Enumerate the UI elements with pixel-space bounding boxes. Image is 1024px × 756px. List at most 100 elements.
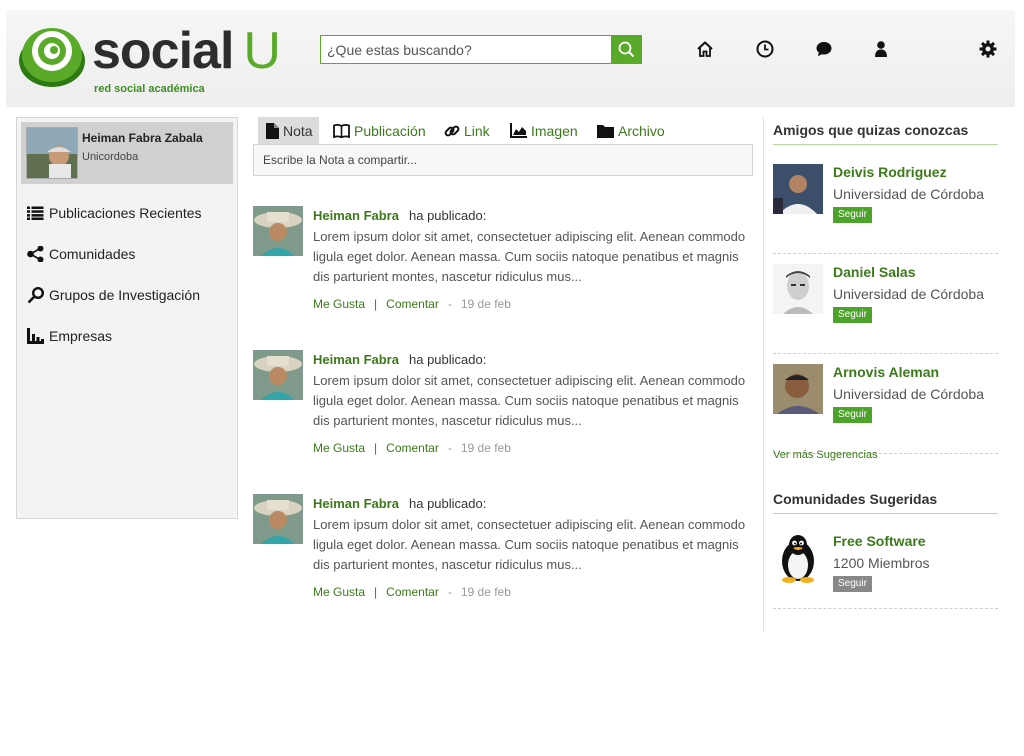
post-body: Lorem ipsum dolor sit amet, consectetuer… <box>313 373 746 428</box>
friend-name[interactable]: Arnovis Aleman <box>833 364 939 380</box>
post-meta: Me Gusta | Comentar -19 de feb <box>313 297 511 311</box>
comment-link[interactable]: Comentar <box>386 585 439 599</box>
book-icon <box>333 123 350 138</box>
tab-archivo[interactable]: Archivo <box>589 117 671 144</box>
gear-icon <box>979 40 997 58</box>
chat-icon <box>816 42 832 57</box>
sidebar-item-communities[interactable]: Comunidades <box>27 243 135 265</box>
post-avatar[interactable] <box>253 206 303 256</box>
friend-university: Universidad de Córdoba <box>833 186 984 202</box>
friend-university: Universidad de Córdoba <box>833 386 984 402</box>
post-author[interactable]: Heiman Fabra <box>313 496 399 511</box>
follow-button[interactable]: Seguir <box>833 407 872 423</box>
nav-history-button[interactable] <box>754 38 776 60</box>
follow-button[interactable]: Seguir <box>833 576 872 592</box>
community-suggestion: Free Software 1200 Miembros Seguir <box>773 533 998 609</box>
user-icon <box>875 41 887 57</box>
tab-link[interactable]: Link <box>436 117 496 144</box>
post-meta: Me Gusta | Comentar -19 de feb <box>313 441 511 455</box>
post-action: ha publicado: <box>409 208 487 223</box>
post-avatar[interactable] <box>253 494 303 544</box>
post-author[interactable]: Heiman Fabra <box>313 352 399 367</box>
like-link[interactable]: Me Gusta <box>313 297 365 311</box>
meta-dash: - <box>447 441 452 455</box>
like-link[interactable]: Me Gusta <box>313 441 365 455</box>
community-members: 1200 Miembros <box>833 555 930 571</box>
meta-dash: - <box>447 585 452 599</box>
tab-label: Publicación <box>354 122 426 139</box>
friend-suggestion: Daniel Salas Universidad de Córdoba Segu… <box>773 264 998 354</box>
list-icon <box>27 204 47 222</box>
app-logo[interactable]: social U red social académica <box>18 21 281 95</box>
follow-button[interactable]: Seguir <box>833 307 872 323</box>
right-sidebar: Amigos que quizas conozcas Deivis Rodrig… <box>763 117 999 631</box>
sidebar-item-label: Empresas <box>49 328 113 344</box>
bar-chart-icon <box>27 327 47 345</box>
comment-link[interactable]: Comentar <box>386 441 439 455</box>
search-icon <box>618 41 635 58</box>
search-button[interactable] <box>611 35 642 64</box>
friend-avatar[interactable] <box>773 264 823 314</box>
meta-dash: - <box>447 297 452 311</box>
friend-avatar[interactable] <box>773 364 823 414</box>
profile-avatar[interactable] <box>26 127 78 179</box>
left-sidebar: Heiman Fabra Zabala Unicordoba Publicaci… <box>16 117 238 519</box>
post-avatar[interactable] <box>253 350 303 400</box>
like-link[interactable]: Me Gusta <box>313 585 365 599</box>
nav-messages-button[interactable] <box>813 38 835 60</box>
community-avatar[interactable] <box>773 533 823 583</box>
community-name[interactable]: Free Software <box>833 533 926 549</box>
friends-suggestions-title: Amigos que quizas conozcas <box>773 122 998 145</box>
comment-link[interactable]: Comentar <box>386 297 439 311</box>
composer-box <box>253 144 753 176</box>
post-date: 19 de feb <box>460 441 511 455</box>
home-icon <box>697 41 713 57</box>
tab-nota[interactable]: Nota <box>258 117 319 144</box>
post-action: ha publicado: <box>409 496 487 511</box>
folder-icon <box>597 124 614 138</box>
communities-suggestions-title: Comunidades Sugeridas <box>773 491 998 514</box>
post-author[interactable]: Heiman Fabra <box>313 208 399 223</box>
post-date: 19 de feb <box>460 297 511 311</box>
more-suggestions-link[interactable]: Ver más Sugerencias <box>773 449 878 461</box>
nav-settings-button[interactable] <box>977 38 999 60</box>
friend-name[interactable]: Daniel Salas <box>833 264 916 280</box>
post-action: ha publicado: <box>409 352 487 367</box>
tab-imagen[interactable]: Imagen <box>502 117 584 144</box>
file-icon <box>266 122 279 139</box>
meta-separator: | <box>374 585 378 599</box>
profile-name[interactable]: Heiman Fabra Zabala <box>82 131 203 145</box>
friend-avatar[interactable] <box>773 164 823 214</box>
area-chart-icon <box>510 123 527 138</box>
sidebar-item-research-groups[interactable]: Grupos de Investigación <box>27 284 200 306</box>
logo-mark-icon <box>19 28 85 87</box>
meta-separator: | <box>374 297 378 311</box>
sidebar-item-recent-posts[interactable]: Publicaciones Recientes <box>27 202 202 224</box>
friend-suggestion: Deivis Rodriguez Universidad de Córdoba … <box>773 164 998 254</box>
feed-post: Heiman Fabra ha publicado: Lorem ipsum d… <box>253 494 753 604</box>
composer-tabs: Nota Publicación Link Imagen Archivo <box>258 117 753 144</box>
search-input[interactable] <box>321 36 611 63</box>
follow-button[interactable]: Seguir <box>833 207 872 223</box>
feed-post: Heiman Fabra ha publicado: Lorem ipsum d… <box>253 206 753 316</box>
share-icon <box>27 245 47 263</box>
post-meta: Me Gusta | Comentar -19 de feb <box>313 585 511 599</box>
sidebar-item-companies[interactable]: Empresas <box>27 325 112 347</box>
tab-publicacion[interactable]: Publicación <box>325 117 432 144</box>
tux-penguin-icon <box>773 533 823 583</box>
clock-icon <box>756 40 774 58</box>
nav-home-button[interactable] <box>694 38 716 60</box>
sidebar-item-label: Publicaciones Recientes <box>49 205 202 221</box>
sidebar-item-label: Grupos de Investigación <box>49 287 200 303</box>
composer-input[interactable] <box>254 145 752 175</box>
friend-university: Universidad de Córdoba <box>833 286 984 302</box>
logo-wordmark: social U <box>92 22 281 80</box>
tab-label: Archivo <box>618 122 665 139</box>
sidebar-item-label: Comunidades <box>49 246 136 262</box>
profile-card[interactable]: Heiman Fabra Zabala Unicordoba <box>21 122 233 184</box>
friend-name[interactable]: Deivis Rodriguez <box>833 164 947 180</box>
tab-label: Link <box>464 122 490 139</box>
logo-tagline: red social académica <box>94 83 205 95</box>
nav-profile-button[interactable] <box>870 38 892 60</box>
tab-label: Nota <box>283 122 313 139</box>
